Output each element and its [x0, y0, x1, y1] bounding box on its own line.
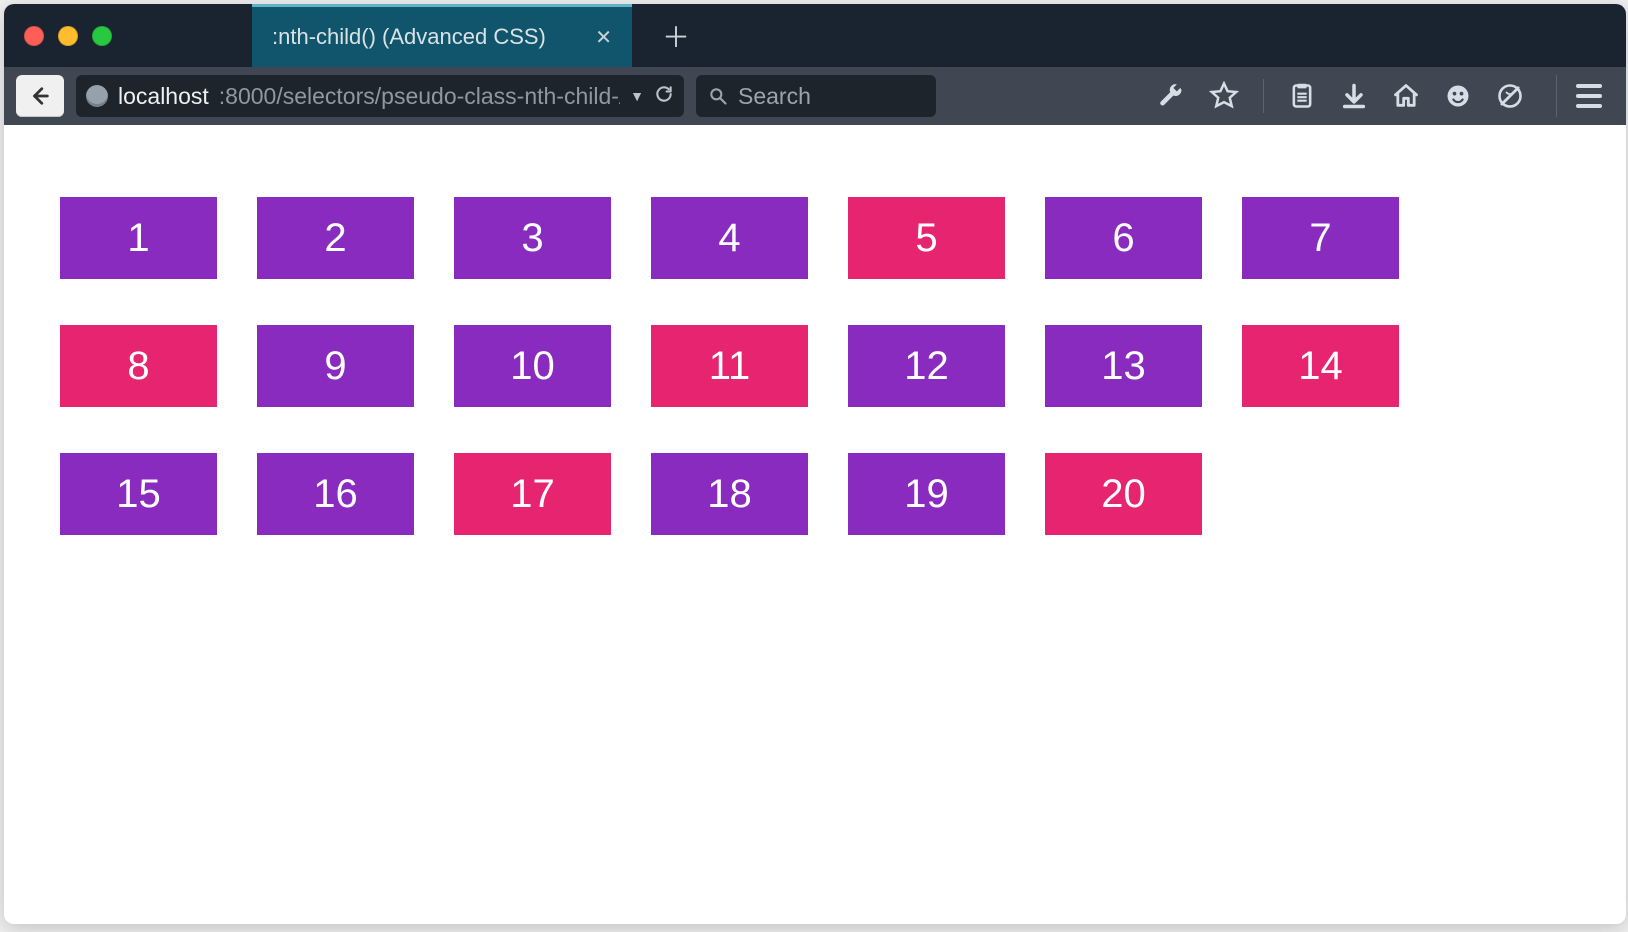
clipboard-icon: [1288, 82, 1316, 110]
grid-cell: 4: [651, 197, 808, 279]
smiley-icon: [1444, 82, 1472, 110]
grid-cell: 8: [60, 325, 217, 407]
grid-cell: 6: [1045, 197, 1202, 279]
noscript-button[interactable]: [1496, 82, 1524, 110]
tab-active[interactable]: :nth-child() (Advanced CSS) ✕: [252, 4, 632, 67]
reload-icon: [654, 84, 674, 104]
search-placeholder: Search: [738, 83, 811, 110]
browser-window: :nth-child() (Advanced CSS) ✕ ＋ localhos…: [4, 4, 1626, 924]
url-path: :8000/selectors/pseudo-class-nth-child-A…: [219, 83, 620, 110]
noscript-icon: [1496, 82, 1524, 110]
grid-cell: 17: [454, 453, 611, 535]
grid-cell: 18: [651, 453, 808, 535]
developer-button[interactable]: [1157, 82, 1185, 110]
home-icon: [1392, 82, 1420, 110]
back-arrow-icon: [29, 85, 51, 107]
grid-cell: 3: [454, 197, 611, 279]
grid-cell: 1: [60, 197, 217, 279]
home-button[interactable]: [1392, 82, 1420, 110]
clipboard-button[interactable]: [1288, 82, 1316, 110]
minimize-window-button[interactable]: [58, 26, 78, 46]
grid-cell: 10: [454, 325, 611, 407]
bookmark-button[interactable]: [1209, 81, 1239, 111]
back-button[interactable]: [16, 75, 64, 117]
page-content: 1234567891011121314151617181920: [4, 125, 1626, 924]
grid-cell: 11: [651, 325, 808, 407]
tabstrip: :nth-child() (Advanced CSS) ✕ ＋: [132, 4, 1626, 67]
grid-cell: 13: [1045, 325, 1202, 407]
close-window-button[interactable]: [24, 26, 44, 46]
download-icon: [1340, 82, 1368, 110]
zoom-window-button[interactable]: [92, 26, 112, 46]
toolbar-icons: [1149, 75, 1614, 117]
grid-cell: 15: [60, 453, 217, 535]
grid: 1234567891011121314151617181920: [60, 197, 1406, 535]
grid-cell: 5: [848, 197, 1005, 279]
grid-cell: 16: [257, 453, 414, 535]
grid-cell: 14: [1242, 325, 1399, 407]
grid-cell: 7: [1242, 197, 1399, 279]
wrench-icon: [1157, 82, 1185, 110]
menu-button[interactable]: [1556, 75, 1606, 117]
url-bar[interactable]: localhost :8000/selectors/pseudo-class-n…: [76, 75, 684, 117]
search-bar[interactable]: Search: [696, 75, 936, 117]
separator: [1263, 79, 1264, 113]
url-host: localhost: [118, 83, 209, 110]
globe-icon: [86, 85, 108, 107]
toolbar: localhost :8000/selectors/pseudo-class-n…: [4, 67, 1626, 125]
window-controls: [4, 4, 132, 67]
grid-cell: 2: [257, 197, 414, 279]
new-tab-button[interactable]: ＋: [632, 4, 720, 67]
downloads-button[interactable]: [1340, 82, 1368, 110]
history-dropdown-icon[interactable]: ▼: [630, 88, 644, 104]
close-tab-icon[interactable]: ✕: [595, 25, 612, 50]
hamburger-icon: [1576, 84, 1602, 88]
feedback-button[interactable]: [1444, 82, 1472, 110]
tab-title: :nth-child() (Advanced CSS): [272, 24, 546, 50]
reload-button[interactable]: [654, 83, 674, 110]
plus-icon: ＋: [662, 16, 690, 56]
tab-spacer: [132, 4, 252, 67]
star-icon: [1209, 81, 1239, 111]
grid-cell: 9: [257, 325, 414, 407]
titlebar: :nth-child() (Advanced CSS) ✕ ＋: [4, 4, 1626, 67]
grid-cell: 12: [848, 325, 1005, 407]
search-icon: [708, 86, 728, 106]
grid-cell: 19: [848, 453, 1005, 535]
grid-cell: 20: [1045, 453, 1202, 535]
